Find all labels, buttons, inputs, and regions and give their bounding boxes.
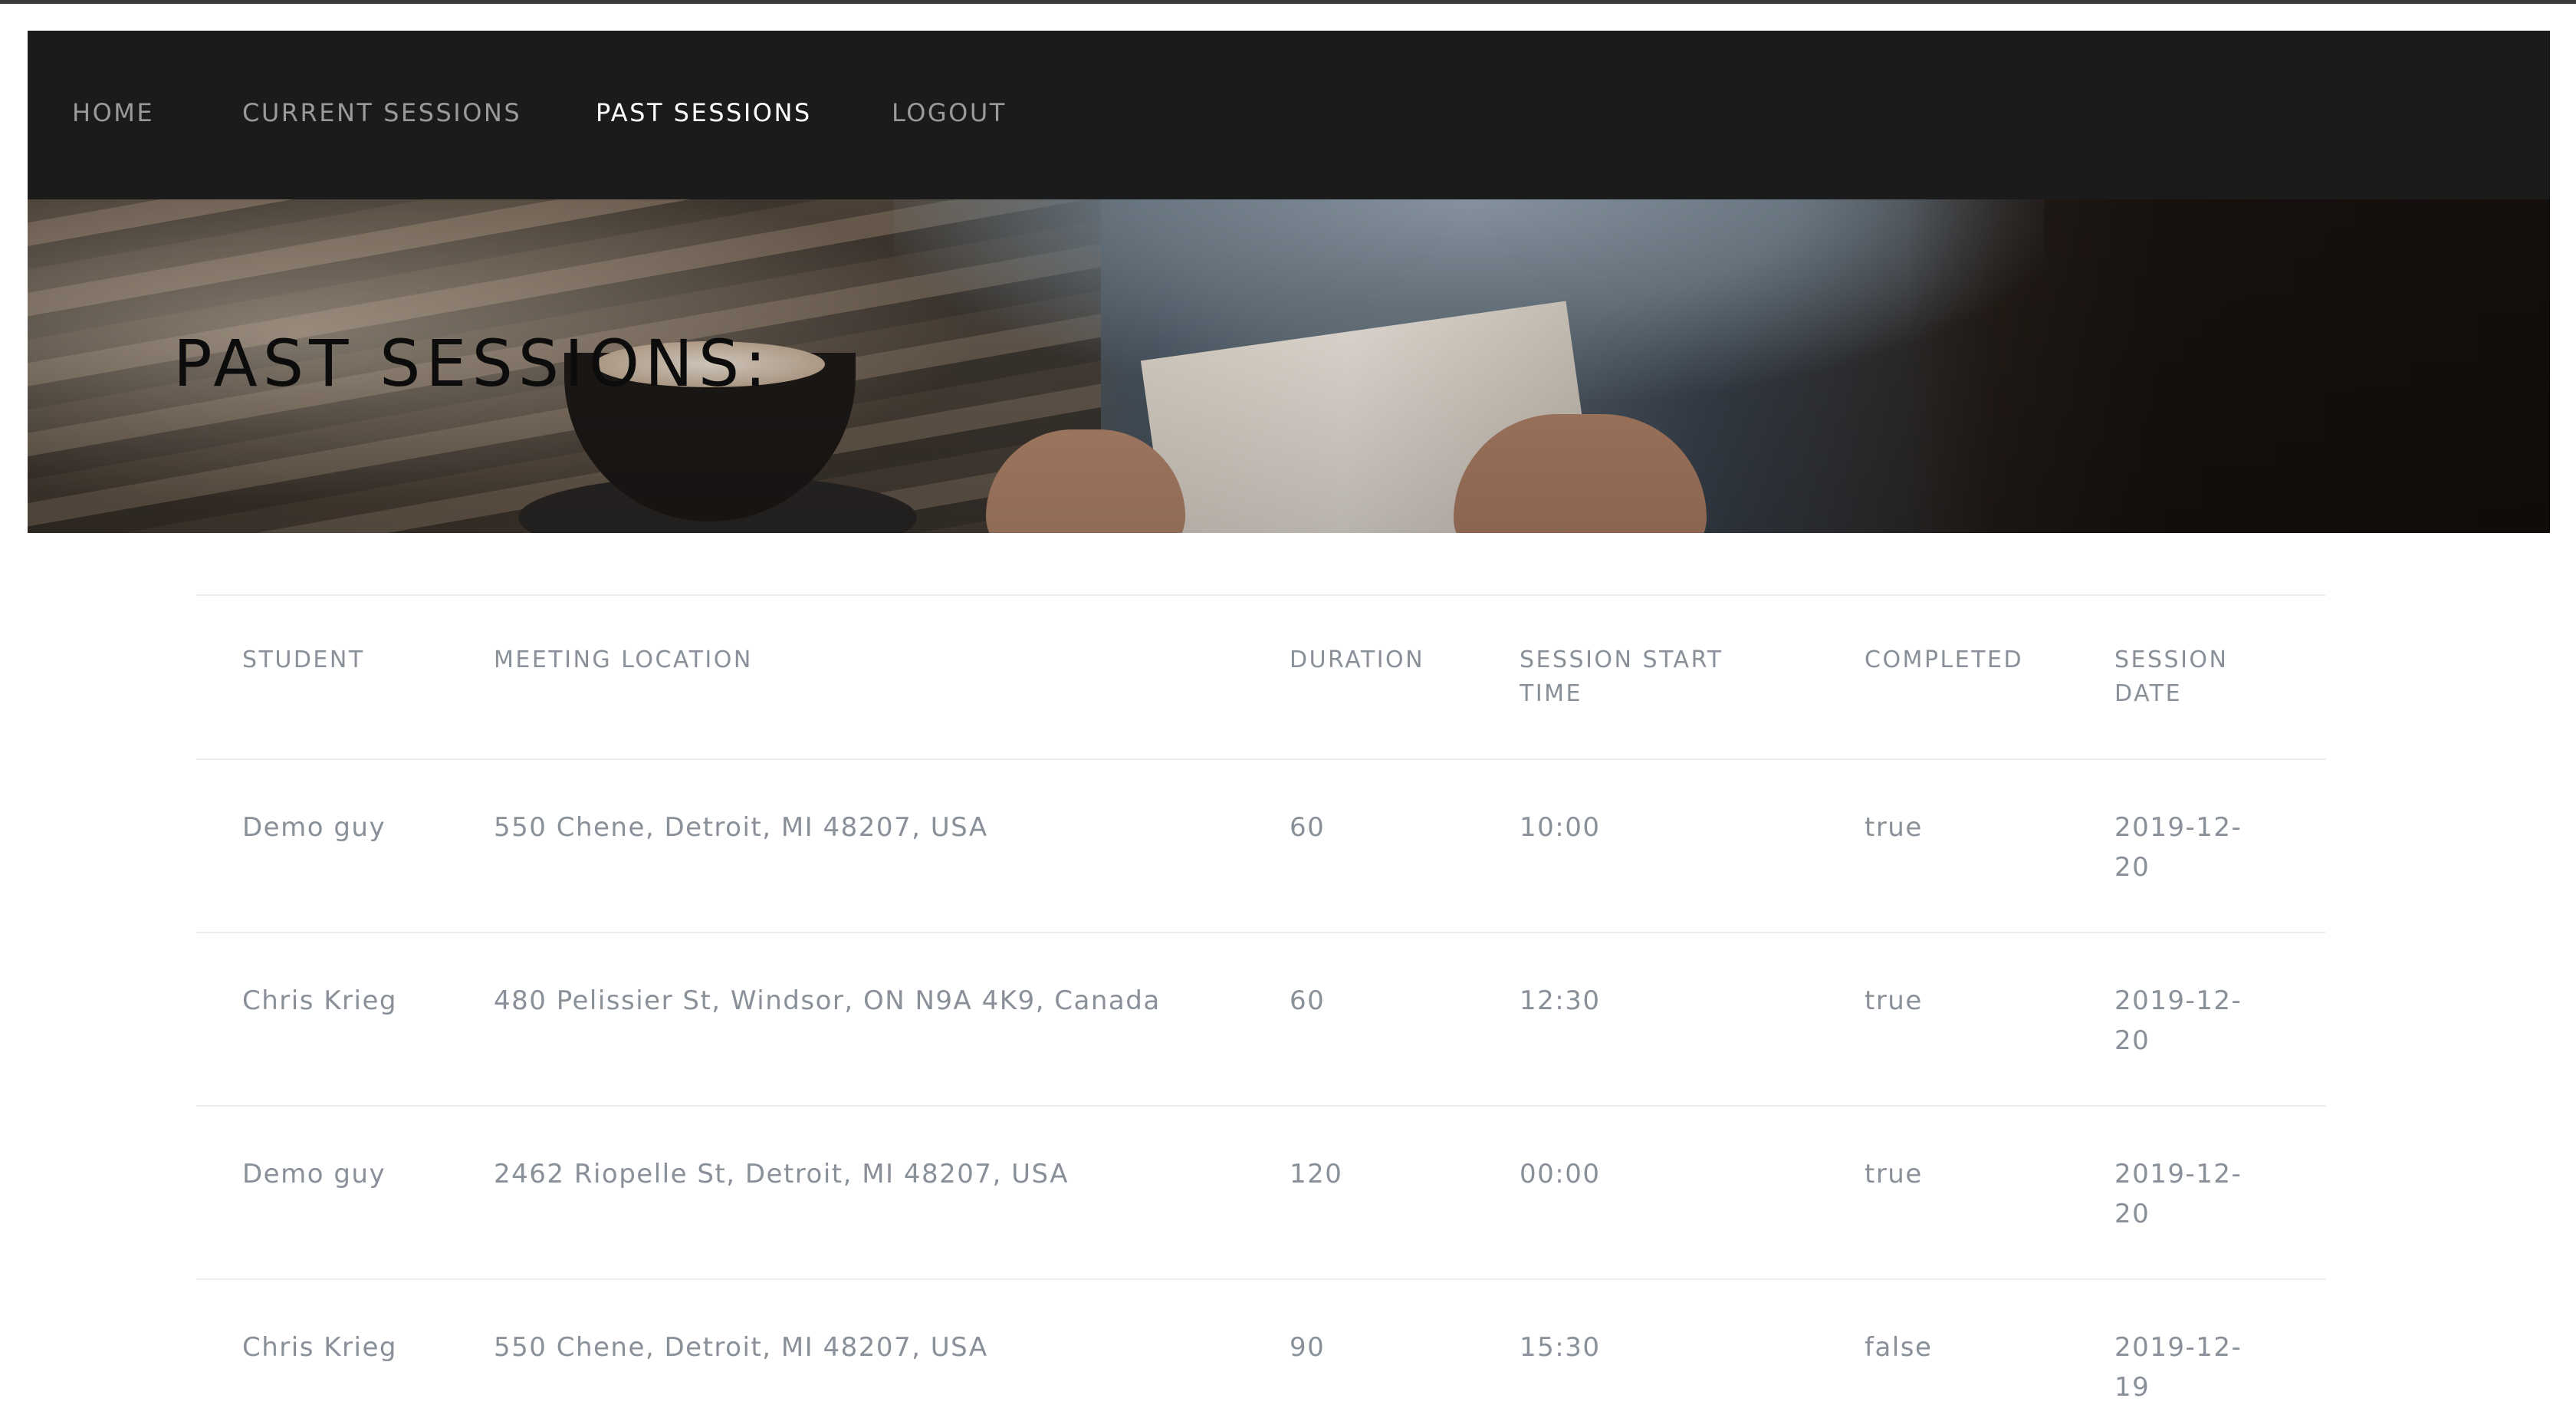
table-header: STUDENT MEETING LOCATION DURATION SESSIO… <box>196 594 2326 760</box>
cell-start-time: 00:00 <box>1520 1159 1601 1189</box>
cell-completed: true <box>1865 1159 1923 1189</box>
column-header-meeting-location: MEETING LOCATION <box>494 646 753 673</box>
cell-session-date: 2019-12-19 <box>2114 1332 2242 1403</box>
nav-home[interactable]: HOME <box>72 98 154 127</box>
table-row: Chris Krieg 480 Pelissier St, Windsor, O… <box>196 933 2326 1107</box>
cell-start-time: 12:30 <box>1520 985 1601 1016</box>
cell-duration: 60 <box>1290 812 1326 843</box>
cell-session-date: 2019-12-20 <box>2114 985 2242 1056</box>
cell-completed: true <box>1865 985 1923 1016</box>
table-row: Demo guy 2462 Riopelle St, Detroit, MI 4… <box>196 1107 2326 1280</box>
nav-logout[interactable]: LOGOUT <box>892 98 1007 127</box>
cell-student: Demo guy <box>242 812 386 843</box>
cell-meeting-location: 550 Chene, Detroit, MI 48207, USA <box>494 812 988 843</box>
sessions-table: STUDENT MEETING LOCATION DURATION SESSIO… <box>196 594 2326 1408</box>
hero-banner: PAST SESSIONS: <box>28 199 2550 533</box>
column-header-session-date: SESSION DATE <box>2114 646 2229 707</box>
column-header-completed: COMPLETED <box>1865 646 2024 673</box>
cell-meeting-location: 550 Chene, Detroit, MI 48207, USA <box>494 1332 988 1363</box>
cell-student: Chris Krieg <box>242 1332 397 1363</box>
nav-past-sessions[interactable]: PAST SESSIONS <box>596 98 812 127</box>
app-frame: HOME CURRENT SESSIONS PAST SESSIONS LOGO… <box>28 31 2550 1408</box>
cell-start-time: 15:30 <box>1520 1332 1601 1363</box>
navbar: HOME CURRENT SESSIONS PAST SESSIONS LOGO… <box>28 31 2550 199</box>
cell-completed: false <box>1865 1332 1933 1363</box>
table-row: Demo guy 550 Chene, Detroit, MI 48207, U… <box>196 760 2326 933</box>
table-row: Chris Krieg 550 Chene, Detroit, MI 48207… <box>196 1280 2326 1408</box>
cell-duration: 60 <box>1290 985 1326 1016</box>
column-header-duration: DURATION <box>1290 646 1425 673</box>
cell-duration: 120 <box>1290 1159 1343 1189</box>
column-header-student: STUDENT <box>242 646 365 673</box>
cell-session-date: 2019-12-20 <box>2114 1159 2242 1229</box>
page: HOME CURRENT SESSIONS PAST SESSIONS LOGO… <box>0 0 2576 1408</box>
column-header-session-start-time: SESSION START TIME <box>1520 646 1723 707</box>
cell-session-date: 2019-12-20 <box>2114 812 2242 883</box>
nav-current-sessions[interactable]: CURRENT SESSIONS <box>242 98 521 127</box>
top-rule <box>0 0 2576 4</box>
cell-meeting-location: 2462 Riopelle St, Detroit, MI 48207, USA <box>494 1159 1070 1189</box>
cell-completed: true <box>1865 812 1923 843</box>
cell-student: Demo guy <box>242 1159 386 1189</box>
cell-meeting-location: 480 Pelissier St, Windsor, ON N9A 4K9, C… <box>494 985 1161 1016</box>
page-title: PAST SESSIONS: <box>173 326 772 401</box>
cell-duration: 90 <box>1290 1332 1326 1363</box>
cell-start-time: 10:00 <box>1520 812 1601 843</box>
cell-student: Chris Krieg <box>242 985 397 1016</box>
